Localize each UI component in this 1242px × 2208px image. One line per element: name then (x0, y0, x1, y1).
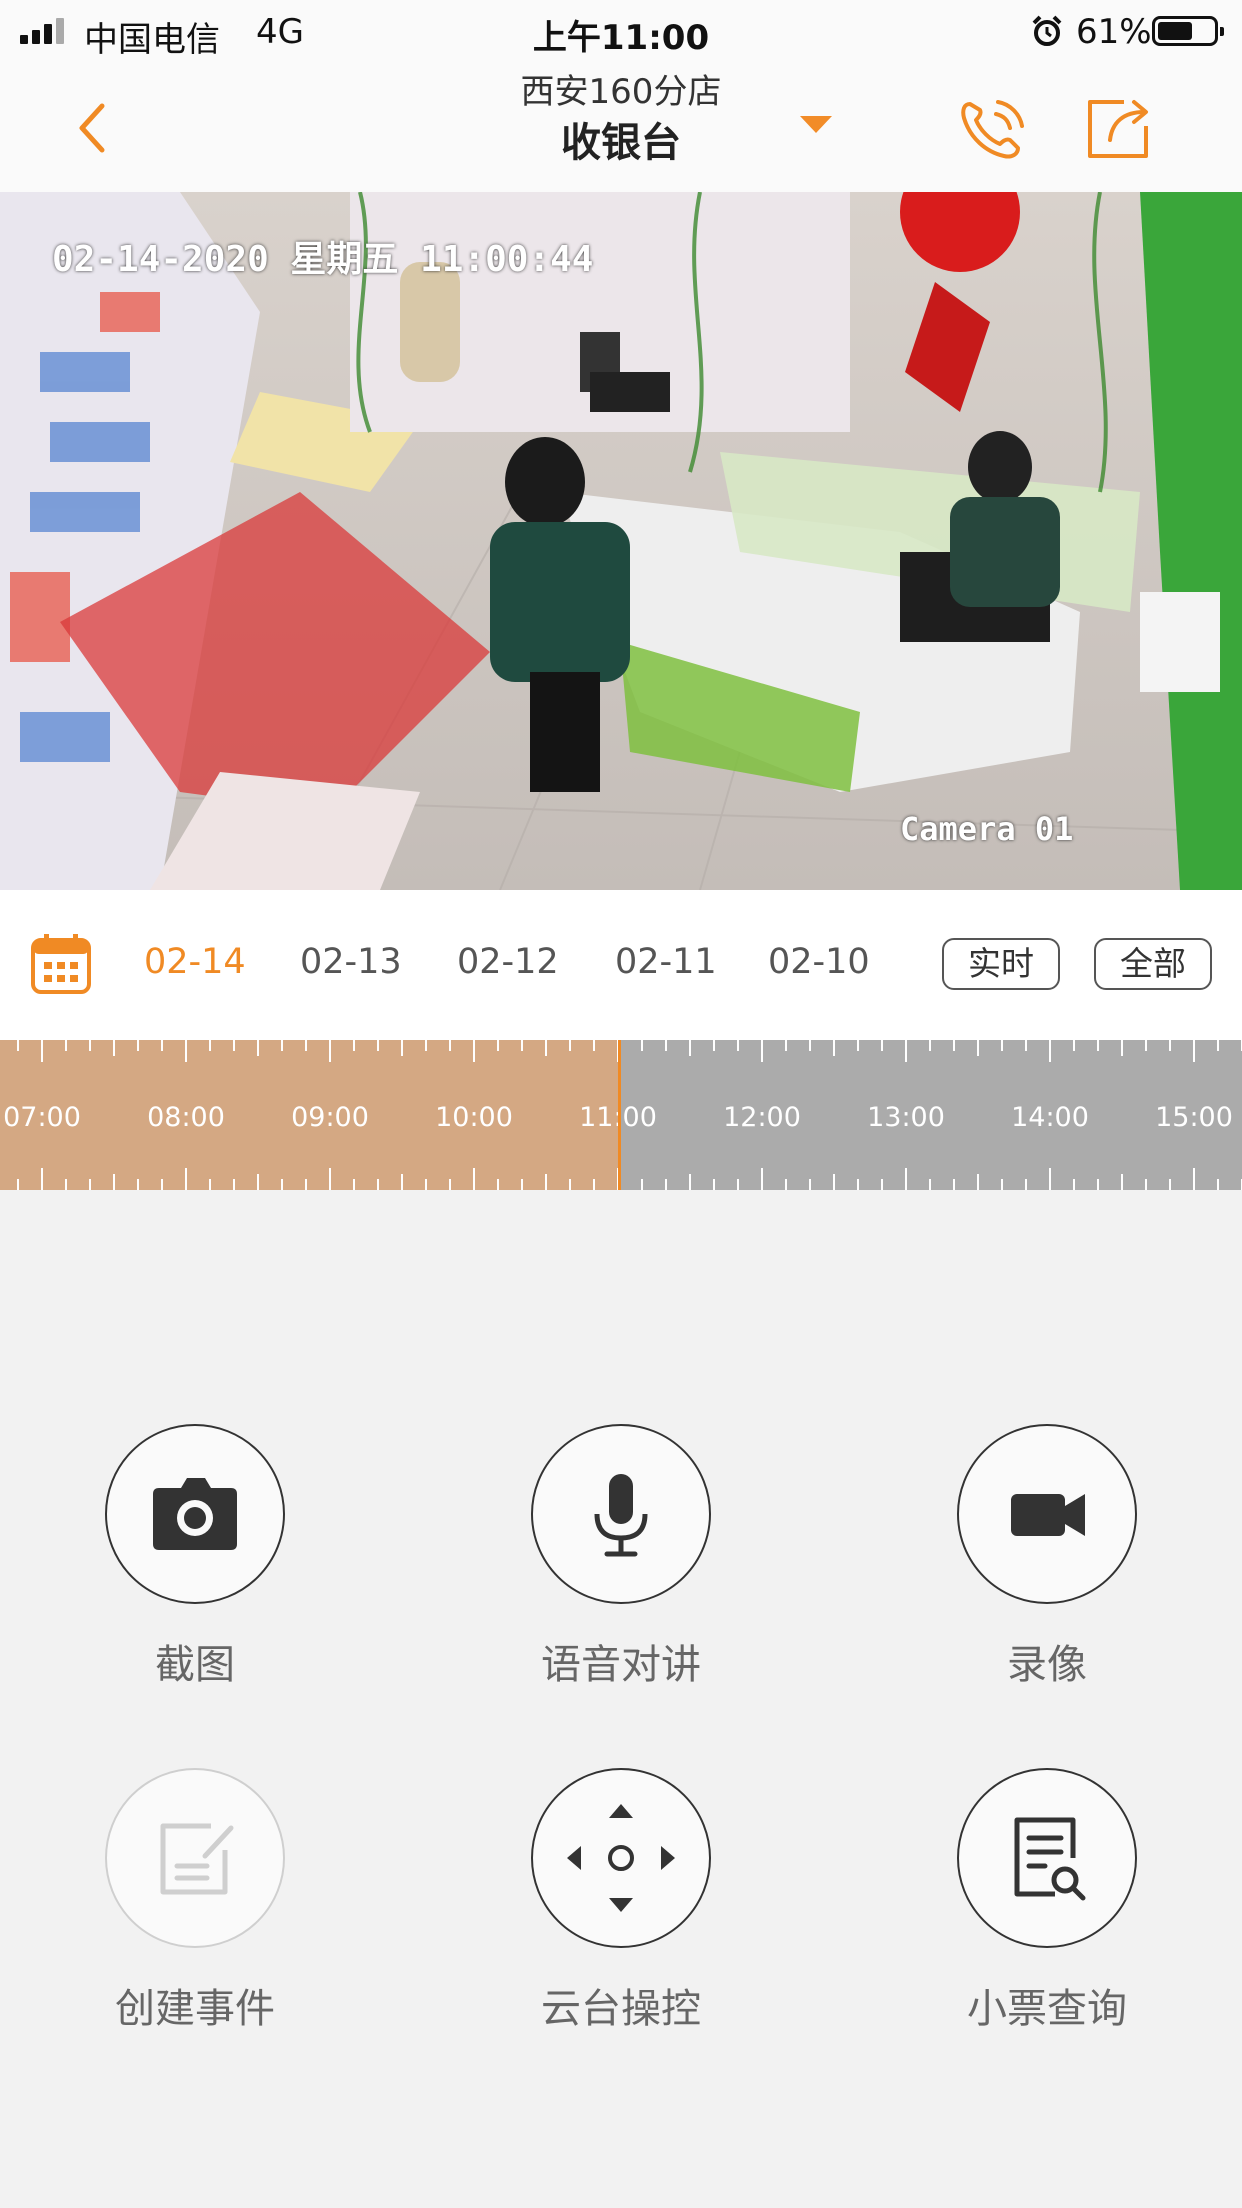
share-icon[interactable] (1084, 94, 1154, 164)
calendar-icon[interactable] (30, 932, 92, 996)
channel-selector[interactable]: 收银台 (0, 110, 1242, 168)
record-button[interactable] (957, 1424, 1137, 1604)
screenshot-label: 截图 (155, 1642, 235, 1688)
video-record-icon (1011, 1494, 1085, 1536)
live-button[interactable]: 实时 (942, 938, 1060, 990)
camera-icon (153, 1478, 237, 1550)
phone-call-icon[interactable] (958, 96, 1030, 162)
timeline-hour-label: 10:00 (435, 1102, 513, 1133)
create-event-button[interactable] (105, 1768, 285, 1948)
create-event-label: 创建事件 (115, 1986, 275, 2032)
date-tab[interactable]: 02-13 (300, 942, 402, 982)
voice-intercom-label: 语音对讲 (541, 1642, 701, 1688)
receipt-query-label: 小票查询 (967, 1986, 1127, 2032)
camera-feed-image (0, 192, 1242, 890)
ptz-control-label: 云台操控 (541, 1986, 701, 2032)
date-tab[interactable]: 02-14 (144, 942, 246, 982)
timeline-cursor[interactable] (618, 1040, 621, 1190)
ptz-direction-icon (567, 1804, 675, 1912)
timeline-hour-label: 08:00 (147, 1102, 225, 1133)
alarm-icon (1032, 15, 1062, 46)
microphone-icon (594, 1474, 648, 1557)
all-button[interactable]: 全部 (1094, 938, 1212, 990)
date-tab[interactable]: 02-10 (768, 942, 870, 982)
edit-note-icon (160, 1823, 234, 1895)
voice-intercom-button[interactable] (531, 1424, 711, 1604)
date-tab[interactable]: 02-11 (615, 942, 717, 982)
timeline-hour-label: 09:00 (291, 1102, 369, 1133)
date-selector-bar: 02-14 02-13 02-12 02-11 02-10 实时 全部 (0, 890, 1242, 1040)
timeline-hour-label: 13:00 (867, 1102, 945, 1133)
video-player[interactable]: 02-14-2020 星期五 11:00:44 Camera 01 (0, 192, 1242, 890)
date-tab[interactable]: 02-12 (457, 942, 559, 982)
receipt-query-button[interactable] (957, 1768, 1137, 1948)
screenshot-button[interactable] (105, 1424, 285, 1604)
osd-timestamp: 02-14-2020 星期五 11:00:44 (52, 239, 594, 280)
record-label: 录像 (1007, 1642, 1087, 1688)
timeline-hour-label: 14:00 (1011, 1102, 1089, 1133)
battery-percentage: 61% (1076, 12, 1152, 52)
caret-down-icon[interactable] (800, 116, 832, 133)
timeline-hour-label: 07:00 (3, 1102, 81, 1133)
osd-camera-label: Camera 01 (900, 810, 1074, 848)
timeline-hour-label: 12:00 (723, 1102, 801, 1133)
receipt-search-icon (1014, 1817, 1086, 1901)
store-name: 西安160分店 (520, 72, 722, 112)
ptz-control-button[interactable] (531, 1768, 711, 1948)
battery-icon (1152, 16, 1224, 46)
timeline-hour-label: 15:00 (1155, 1102, 1233, 1133)
playback-timeline[interactable]: 07:0008:0009:0010:0011:0012:0013:0014:00… (0, 1040, 1242, 1190)
